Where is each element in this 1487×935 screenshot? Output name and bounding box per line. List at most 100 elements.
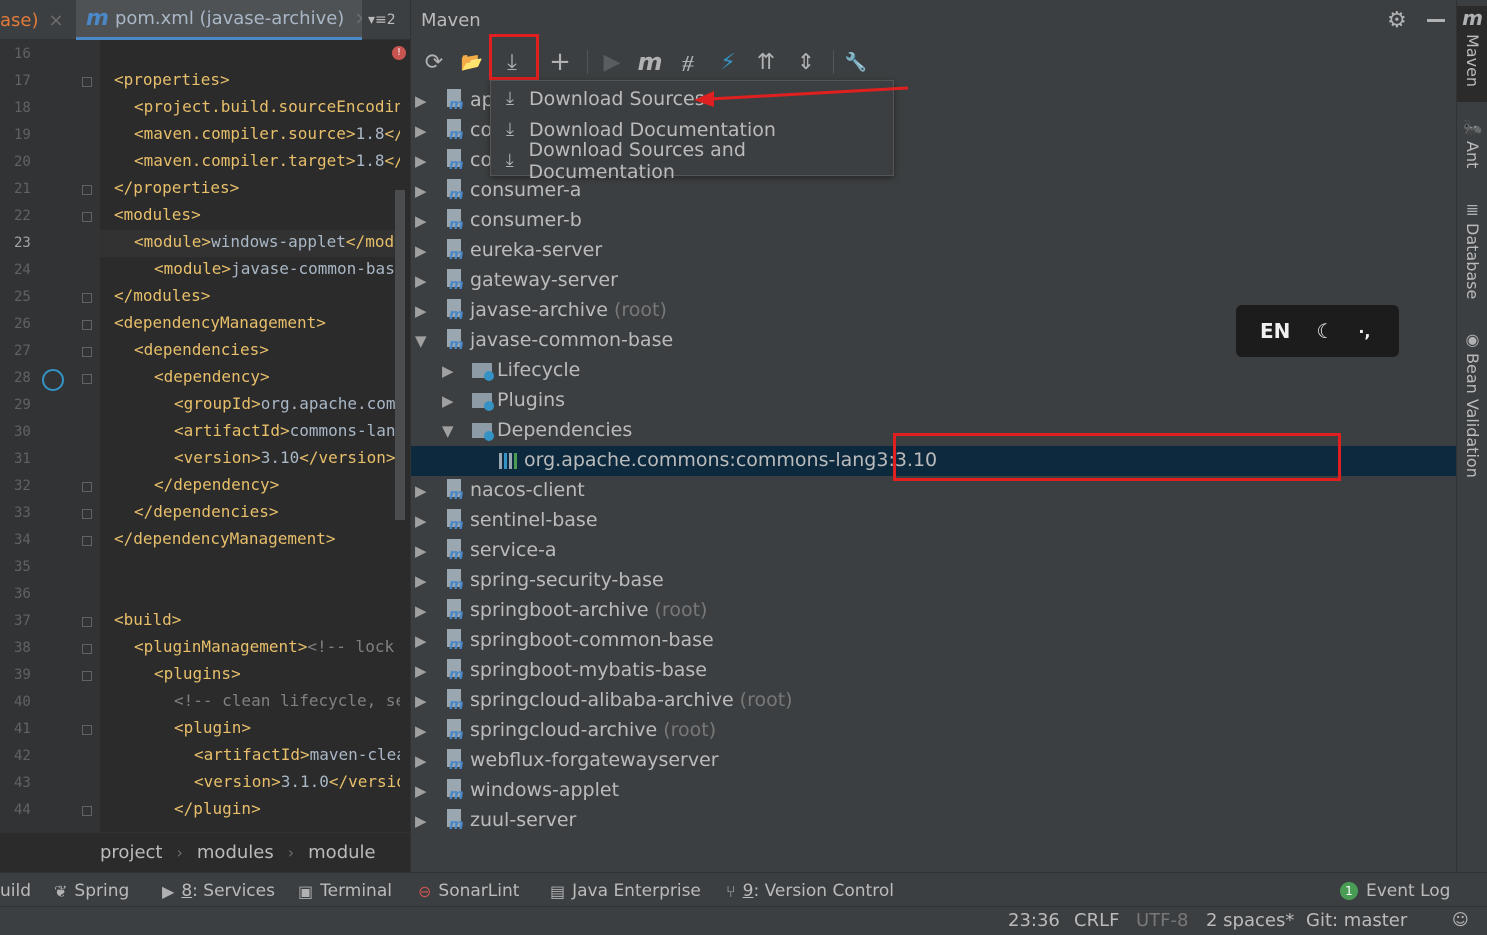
fold-marker-icon[interactable] [82, 671, 92, 681]
close-icon[interactable]: × [49, 10, 64, 31]
expand-arrow-right-icon[interactable]: ▶ [415, 632, 427, 650]
minimize-icon[interactable] [1427, 19, 1445, 22]
fold-marker-icon[interactable] [82, 482, 92, 492]
expand-arrow-right-icon[interactable]: ▶ [415, 722, 427, 740]
fold-marker-icon[interactable] [82, 725, 92, 735]
expand-arrow-right-icon[interactable]: ▶ [415, 212, 427, 230]
version-control-tool-button[interactable]: ⑂ 9 : Version Control [726, 881, 894, 901]
expand-arrow-right-icon[interactable]: ▶ [415, 152, 427, 170]
settings-wrench-icon[interactable]: 🔧 [841, 46, 871, 78]
tree-node-module[interactable]: ▶ m springboot-archive (root) [411, 596, 1457, 626]
code-area[interactable]: <properties> <project.build.sourceEncodin… [100, 40, 400, 832]
caret-position[interactable]: 23:36 [1008, 910, 1060, 931]
collapse-all-icon[interactable]: ⇕ [791, 46, 821, 78]
tree-node-folder[interactable]: ▶ Lifecycle [411, 356, 1457, 386]
fold-marker-icon[interactable] [82, 185, 92, 195]
expand-arrow-right-icon[interactable]: ▶ [415, 572, 427, 590]
expand-arrow-right-icon[interactable]: ▶ [415, 272, 427, 290]
fold-marker-icon[interactable] [82, 536, 92, 546]
fold-marker-icon[interactable] [82, 347, 92, 357]
indent-setting[interactable]: 2 spaces* [1206, 910, 1294, 931]
tree-node-module[interactable]: ▶ m gateway-server [411, 266, 1457, 296]
generate-sources-icon[interactable]: 📂 [457, 46, 487, 78]
file-encoding[interactable]: UTF-8 [1136, 910, 1188, 931]
fold-marker-icon[interactable] [82, 644, 92, 654]
tree-node-module[interactable]: ▶ m webflux-forgatewayserver [411, 746, 1457, 776]
line-separator[interactable]: CRLF [1074, 910, 1119, 931]
fold-marker-icon[interactable] [82, 509, 92, 519]
build-tool-button[interactable]: uild [0, 881, 31, 901]
error-indicator-icon[interactable]: ! [392, 46, 406, 60]
side-tab-ant[interactable]: 🐜 Ant [1457, 118, 1487, 168]
editor-tab-pom[interactable]: m pom.xml (javase-archive) × [76, 0, 362, 40]
close-icon[interactable]: × [354, 8, 362, 29]
side-tab-database[interactable]: ≣ Database [1457, 200, 1487, 299]
tree-node-module[interactable]: ▶ m consumer-b [411, 206, 1457, 236]
editor-scrollbar[interactable] [395, 190, 405, 520]
expand-arrow-right-icon[interactable]: ▶ [442, 392, 454, 410]
inspector-icon[interactable]: ☺ [1452, 910, 1469, 929]
breadcrumb-item[interactable]: project [100, 842, 162, 863]
expand-arrow-down-icon[interactable]: ▼ [415, 332, 427, 350]
add-icon[interactable]: + [545, 46, 575, 78]
git-branch[interactable]: Git: master [1306, 910, 1407, 931]
expand-arrow-right-icon[interactable]: ▶ [415, 662, 427, 680]
tree-node-module[interactable]: ▶ m eureka-server [411, 236, 1457, 266]
tabs-list-button[interactable]: ▾≡2 [368, 12, 396, 28]
fold-marker-icon[interactable] [82, 293, 92, 303]
tree-node-module[interactable]: ▶ m sentinel-base [411, 506, 1457, 536]
fold-marker-icon[interactable] [82, 212, 92, 222]
expand-arrow-right-icon[interactable]: ▶ [415, 542, 427, 560]
skip-tests-icon[interactable]: ⚡ [713, 46, 743, 78]
tree-node-module[interactable]: ▶ m springcloud-alibaba-archive (root) [411, 686, 1457, 716]
gear-icon[interactable]: ⚙ [1387, 8, 1407, 33]
sonarlint-tool-button[interactable]: ⊖ SonarLint [418, 881, 519, 901]
spring-tool-button[interactable]: ❦ Spring [54, 881, 129, 901]
expand-arrow-right-icon[interactable]: ▶ [415, 812, 427, 830]
tree-node-module[interactable]: ▶ m spring-security-base [411, 566, 1457, 596]
expand-arrow-right-icon[interactable]: ▶ [415, 512, 427, 530]
tree-node-module[interactable]: ▶ m service-a [411, 536, 1457, 566]
fold-marker-icon[interactable] [82, 806, 92, 816]
run-icon[interactable]: ▶ [597, 46, 627, 78]
expand-arrow-right-icon[interactable]: ▶ [415, 482, 427, 500]
terminal-tool-button[interactable]: ▣ Terminal [298, 881, 392, 901]
execute-goal-icon[interactable]: m [635, 46, 665, 78]
expand-arrow-right-icon[interactable]: ▶ [415, 182, 427, 200]
override-gutter-icon[interactable] [42, 369, 64, 391]
dropdown-item[interactable]: ⤓ Download Sources and Documentation [491, 139, 893, 183]
expand-arrow-right-icon[interactable]: ▶ [415, 242, 427, 260]
xml-tag: </plugin> [174, 799, 261, 818]
expand-arrow-right-icon[interactable]: ▶ [415, 752, 427, 770]
reimport-icon[interactable]: ⟳ [419, 46, 449, 78]
tree-node-module[interactable]: ▶ m windows-applet [411, 776, 1457, 806]
expand-arrow-right-icon[interactable]: ▶ [415, 782, 427, 800]
java-enterprise-tool-button[interactable]: ▤ Java Enterprise [550, 881, 701, 901]
expand-arrow-right-icon[interactable]: ▶ [415, 692, 427, 710]
tree-node-module[interactable]: ▶ m zuul-server [411, 806, 1457, 836]
code-line: <artifactId>commons-lang [174, 421, 400, 440]
event-log-tool-button[interactable]: 1 Event Log [1340, 881, 1450, 901]
fold-marker-icon[interactable] [82, 374, 92, 384]
fold-marker-icon[interactable] [82, 320, 92, 330]
expand-arrow-right-icon[interactable]: ▶ [415, 602, 427, 620]
expand-arrow-right-icon[interactable]: ▶ [415, 122, 427, 140]
fold-marker-icon[interactable] [82, 77, 92, 87]
fold-marker-icon[interactable] [82, 617, 92, 627]
side-tab-maven[interactable]: m Maven [1457, 6, 1487, 102]
toggle-offline-icon[interactable]: ⧣ [673, 46, 703, 78]
expand-arrow-down-icon[interactable]: ▼ [442, 422, 454, 440]
expand-arrow-right-icon[interactable]: ▶ [415, 302, 427, 320]
editor-tab-previous[interactable]: ase) × [0, 0, 72, 40]
tree-node-folder[interactable]: ▶ Plugins [411, 386, 1457, 416]
tree-node-module[interactable]: ▶ m springcloud-archive (root) [411, 716, 1457, 746]
expand-arrow-right-icon[interactable]: ▶ [442, 362, 454, 380]
breadcrumb-item[interactable]: modules [197, 842, 274, 863]
side-tab-bean-validation[interactable]: ◉ Bean Validation [1457, 330, 1487, 478]
tree-node-module[interactable]: ▶ m springboot-mybatis-base [411, 656, 1457, 686]
expand-arrow-right-icon[interactable]: ▶ [415, 92, 427, 110]
services-tool-button[interactable]: ▶ 8 : Services [162, 881, 275, 901]
show-dependencies-icon[interactable]: ⇈ [751, 46, 781, 78]
breadcrumb-item[interactable]: module [308, 842, 375, 863]
tree-node-module[interactable]: ▶ m springboot-common-base [411, 626, 1457, 656]
